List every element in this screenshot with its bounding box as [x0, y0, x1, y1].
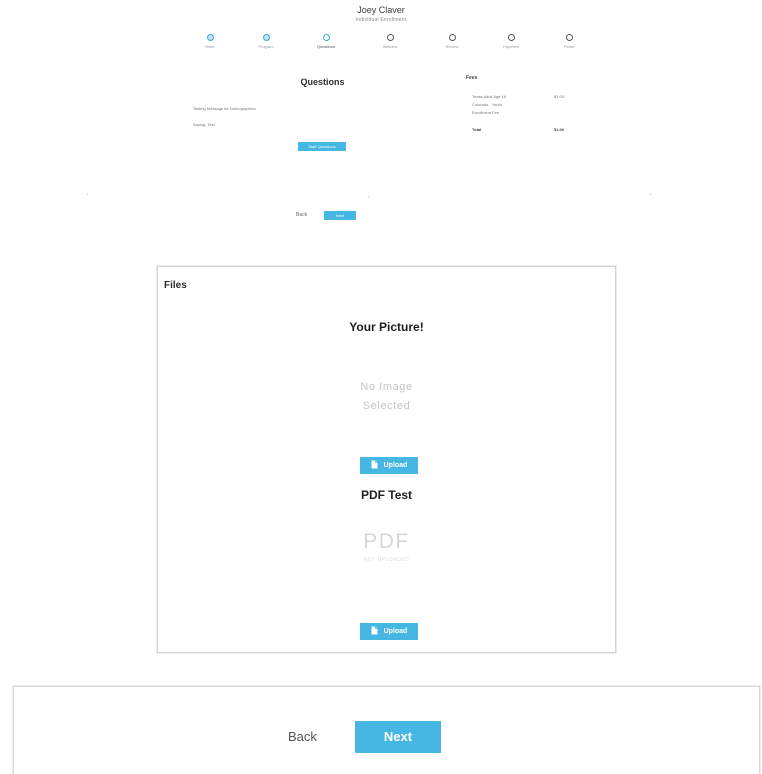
step-finish[interactable]: Finish: [539, 34, 599, 49]
step-label: Program: [258, 44, 274, 49]
files-card: Files Your Picture! No Image Selected Up…: [157, 266, 616, 653]
upload-picture-button[interactable]: Upload: [360, 457, 418, 474]
pdf-title: PDF Test: [360, 488, 413, 502]
step-dot-icon: [507, 34, 515, 41]
pdf-placeholder-sub: NOT UPLOADED: [363, 557, 410, 563]
document-icon: [371, 626, 378, 635]
step-rider[interactable]: Rider: [180, 34, 240, 49]
question-line: Testing Message for Demographics: [193, 106, 256, 111]
step-label: Finish: [563, 44, 575, 49]
step-dot-icon: [448, 34, 456, 41]
files-title: Files: [164, 280, 187, 291]
step-dot-icon: [262, 34, 270, 41]
fees-title: Fees: [466, 75, 478, 81]
divider-dot: [368, 196, 369, 197]
fee-total-label: Total: [472, 127, 482, 132]
fee-row: Texas Adult Age 18 $1.00: [472, 94, 564, 99]
question-line: Saying, Test: [193, 122, 215, 127]
divider-dot: [650, 194, 651, 195]
pdf-placeholder: PDF: [363, 530, 410, 553]
fee-label: Colorado - Youth: [472, 102, 502, 107]
fee-label: Enrollment Fee: [472, 110, 500, 115]
enrollment-type: Individual Enrollment: [355, 17, 407, 23]
summary-next-button[interactable]: Next: [324, 211, 356, 220]
placeholder-line: Selected: [362, 400, 411, 412]
fee-total-row: Total $1.00: [472, 127, 564, 132]
fee-row: Enrollment Fee: [472, 110, 564, 115]
progress-steps: Rider Program Questions Waivers Review P…: [0, 34, 762, 56]
step-label: Review: [445, 44, 459, 49]
picture-title: Your Picture!: [349, 320, 424, 334]
step-label: Waivers: [382, 44, 398, 49]
document-icon: [371, 460, 378, 469]
step-label: Payment: [503, 44, 519, 49]
upload-label: Upload: [383, 462, 408, 469]
step-review[interactable]: Review: [422, 34, 482, 49]
upload-label: Upload: [383, 628, 408, 635]
step-waivers[interactable]: Waivers: [360, 34, 420, 49]
step-dot-icon: [206, 34, 214, 41]
no-image-placeholder: No Image Selected: [158, 378, 615, 416]
next-button[interactable]: Next: [355, 721, 441, 753]
step-program[interactable]: Program: [236, 34, 296, 49]
step-dot-icon: [386, 34, 394, 41]
fee-total-value: $1.00: [553, 127, 564, 132]
step-label: Rider: [205, 44, 215, 49]
enrollment-page: Joey Claver Individual Enrollment Rider …: [0, 0, 762, 774]
step-dot-icon: [565, 34, 573, 41]
enrollee-name: Joey Claver: [357, 5, 405, 15]
bottom-nav-bar: Back Next: [13, 686, 760, 774]
step-questions[interactable]: Questions: [296, 34, 356, 49]
upload-pdf-button[interactable]: Upload: [360, 623, 418, 640]
step-payment[interactable]: Payment: [481, 34, 541, 49]
fee-row: Colorado - Youth: [472, 102, 564, 107]
step-label: Questions: [316, 44, 335, 49]
start-questions-button[interactable]: Start Questions: [298, 142, 346, 151]
questions-title: Questions: [300, 77, 345, 87]
summary-back-link[interactable]: Back: [296, 212, 307, 218]
step-dot-icon: [322, 34, 330, 41]
divider-dot: [87, 194, 88, 195]
back-link[interactable]: Back: [288, 729, 317, 744]
placeholder-line: No Image: [360, 381, 413, 393]
fee-value: $1.00: [553, 94, 564, 99]
fee-label: Texas Adult Age 18: [472, 94, 507, 99]
